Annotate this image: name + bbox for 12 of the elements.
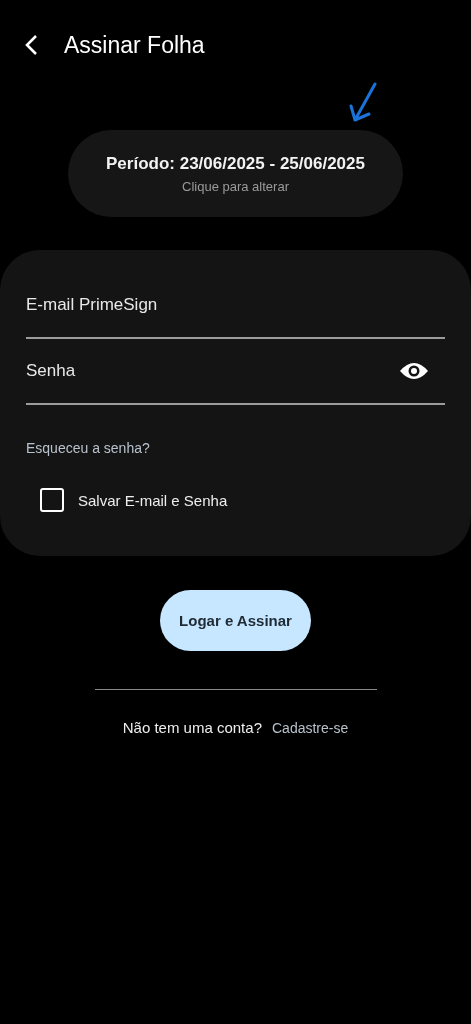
eye-icon[interactable] [399,361,429,381]
signup-link[interactable]: Cadastre-se [272,719,349,736]
remember-checkbox[interactable] [40,488,64,512]
back-icon [24,34,38,56]
forgot-password-link[interactable]: Esqueceu a senha? [26,440,150,456]
remember-label: Salvar E-mail e Senha [78,491,228,509]
screen-title: Assinar Folha [64,31,205,59]
signup-prompt: Não tem uma conta? [122,719,262,736]
login-sign-button[interactable]: Logar e Assinar [160,590,311,651]
period-selector[interactable]: Período: 23/06/2025 - 25/06/2025 Clique para alterar [68,130,403,217]
annotation-arrow-icon [349,82,379,124]
email-field[interactable]: E-mail PrimeSign [26,286,445,339]
